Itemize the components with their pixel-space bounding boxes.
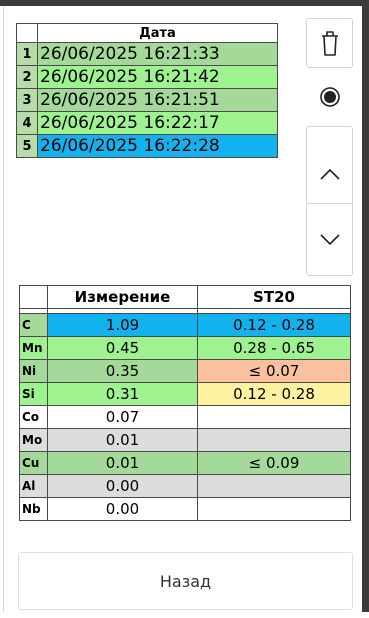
chevron-down-icon xyxy=(319,233,340,245)
back-button[interactable]: Назад xyxy=(18,552,353,610)
standard-range xyxy=(197,405,351,429)
element-symbol: Cu xyxy=(19,451,48,475)
measurements-table: Измерение ST20 C 1.09 0.12 - 0.28 Mn 0.4… xyxy=(19,285,351,521)
date-row-number: 1 xyxy=(16,42,38,66)
measured-value: 0.07 xyxy=(47,405,198,429)
chevron-up-icon xyxy=(319,168,340,180)
dates-header-num xyxy=(16,23,38,43)
measurement-row: Ni 0.35 ≤ 0.07 xyxy=(19,359,351,383)
measured-value: 0.01 xyxy=(47,451,198,475)
measured-value: 0.35 xyxy=(47,359,198,383)
date-row[interactable]: 1 26/06/2025 16:21:33 xyxy=(16,42,278,66)
measurements-header-row: Измерение ST20 xyxy=(19,285,351,309)
standard-range: 0.12 - 0.28 xyxy=(197,313,351,337)
element-symbol: Si xyxy=(19,382,48,406)
trash-icon xyxy=(321,31,338,56)
measured-value: 0.00 xyxy=(47,474,198,498)
standard-range: 0.28 - 0.65 xyxy=(197,336,351,360)
delete-button[interactable] xyxy=(306,18,353,68)
element-symbol: Mo xyxy=(19,428,48,452)
measurements-scroll-area[interactable]: Измерение ST20 C 1.09 0.12 - 0.28 Mn 0.4… xyxy=(19,285,358,543)
element-symbol: Ni xyxy=(19,359,48,383)
window-top-edge xyxy=(0,0,369,6)
measured-value: 0.45 xyxy=(47,336,198,360)
measured-value: 1.09 xyxy=(47,313,198,337)
element-symbol: Mn xyxy=(19,336,48,360)
date-row-value[interactable]: 26/06/2025 16:21:33 xyxy=(37,42,278,66)
measurement-row: Nb 0.00 xyxy=(19,497,351,521)
standard-range: 0.12 - 0.28 xyxy=(197,382,351,406)
measurement-column-header: Измерение xyxy=(47,285,198,309)
date-row[interactable]: 2 26/06/2025 16:21:42 xyxy=(16,65,278,89)
date-row-value[interactable]: 26/06/2025 16:22:28 xyxy=(37,134,278,158)
date-row-value[interactable]: 26/06/2025 16:21:42 xyxy=(37,65,278,89)
measurement-row: Co 0.07 xyxy=(19,405,351,429)
measured-value: 0.01 xyxy=(47,428,198,452)
date-row-number: 4 xyxy=(16,111,38,135)
measurement-row: Mo 0.01 xyxy=(19,428,351,452)
date-row-number: 2 xyxy=(16,65,38,89)
element-symbol: Nb xyxy=(19,497,48,521)
standard-column-header: ST20 xyxy=(197,285,351,309)
window-right-edge xyxy=(362,0,369,618)
date-row-number: 5 xyxy=(16,134,38,158)
standard-range: ≤ 0.09 xyxy=(197,451,351,475)
date-row-value[interactable]: 26/06/2025 16:21:51 xyxy=(37,88,278,112)
element-symbol: C xyxy=(19,313,48,337)
standard-range xyxy=(197,428,351,452)
window-bottom-edge xyxy=(0,612,369,618)
date-row-value[interactable]: 26/06/2025 16:22:17 xyxy=(37,111,278,135)
record-icon xyxy=(319,87,340,107)
measurement-row: Si 0.31 0.12 - 0.28 xyxy=(19,382,351,406)
element-column-header xyxy=(19,285,48,309)
measurement-row: Mn 0.45 0.28 - 0.65 xyxy=(19,336,351,360)
dates-header-date: Дата xyxy=(37,23,278,43)
date-row-number: 3 xyxy=(16,88,38,112)
standard-range: ≤ 0.07 xyxy=(197,359,351,383)
measurement-row: C 1.09 0.12 - 0.28 xyxy=(19,313,351,337)
element-symbol: Al xyxy=(19,474,48,498)
measured-value: 0.31 xyxy=(47,382,198,406)
measured-value: 0.00 xyxy=(47,497,198,521)
standard-range xyxy=(197,497,351,521)
measurement-row: Al 0.00 xyxy=(19,474,351,498)
date-row-selected[interactable]: 5 26/06/2025 16:22:28 xyxy=(16,134,278,158)
dates-table: Дата 1 26/06/2025 16:21:33 2 26/06/2025 … xyxy=(16,23,278,158)
dates-header-row: Дата xyxy=(16,23,278,43)
standard-range xyxy=(197,474,351,498)
date-row[interactable]: 3 26/06/2025 16:21:51 xyxy=(16,88,278,112)
record-button[interactable] xyxy=(306,72,353,122)
measurement-row: Cu 0.01 ≤ 0.09 xyxy=(19,451,351,475)
date-row[interactable]: 4 26/06/2025 16:22:17 xyxy=(16,111,278,135)
scroll-down-button[interactable] xyxy=(306,203,353,276)
element-symbol: Co xyxy=(19,405,48,429)
window-left-edge xyxy=(0,6,4,618)
